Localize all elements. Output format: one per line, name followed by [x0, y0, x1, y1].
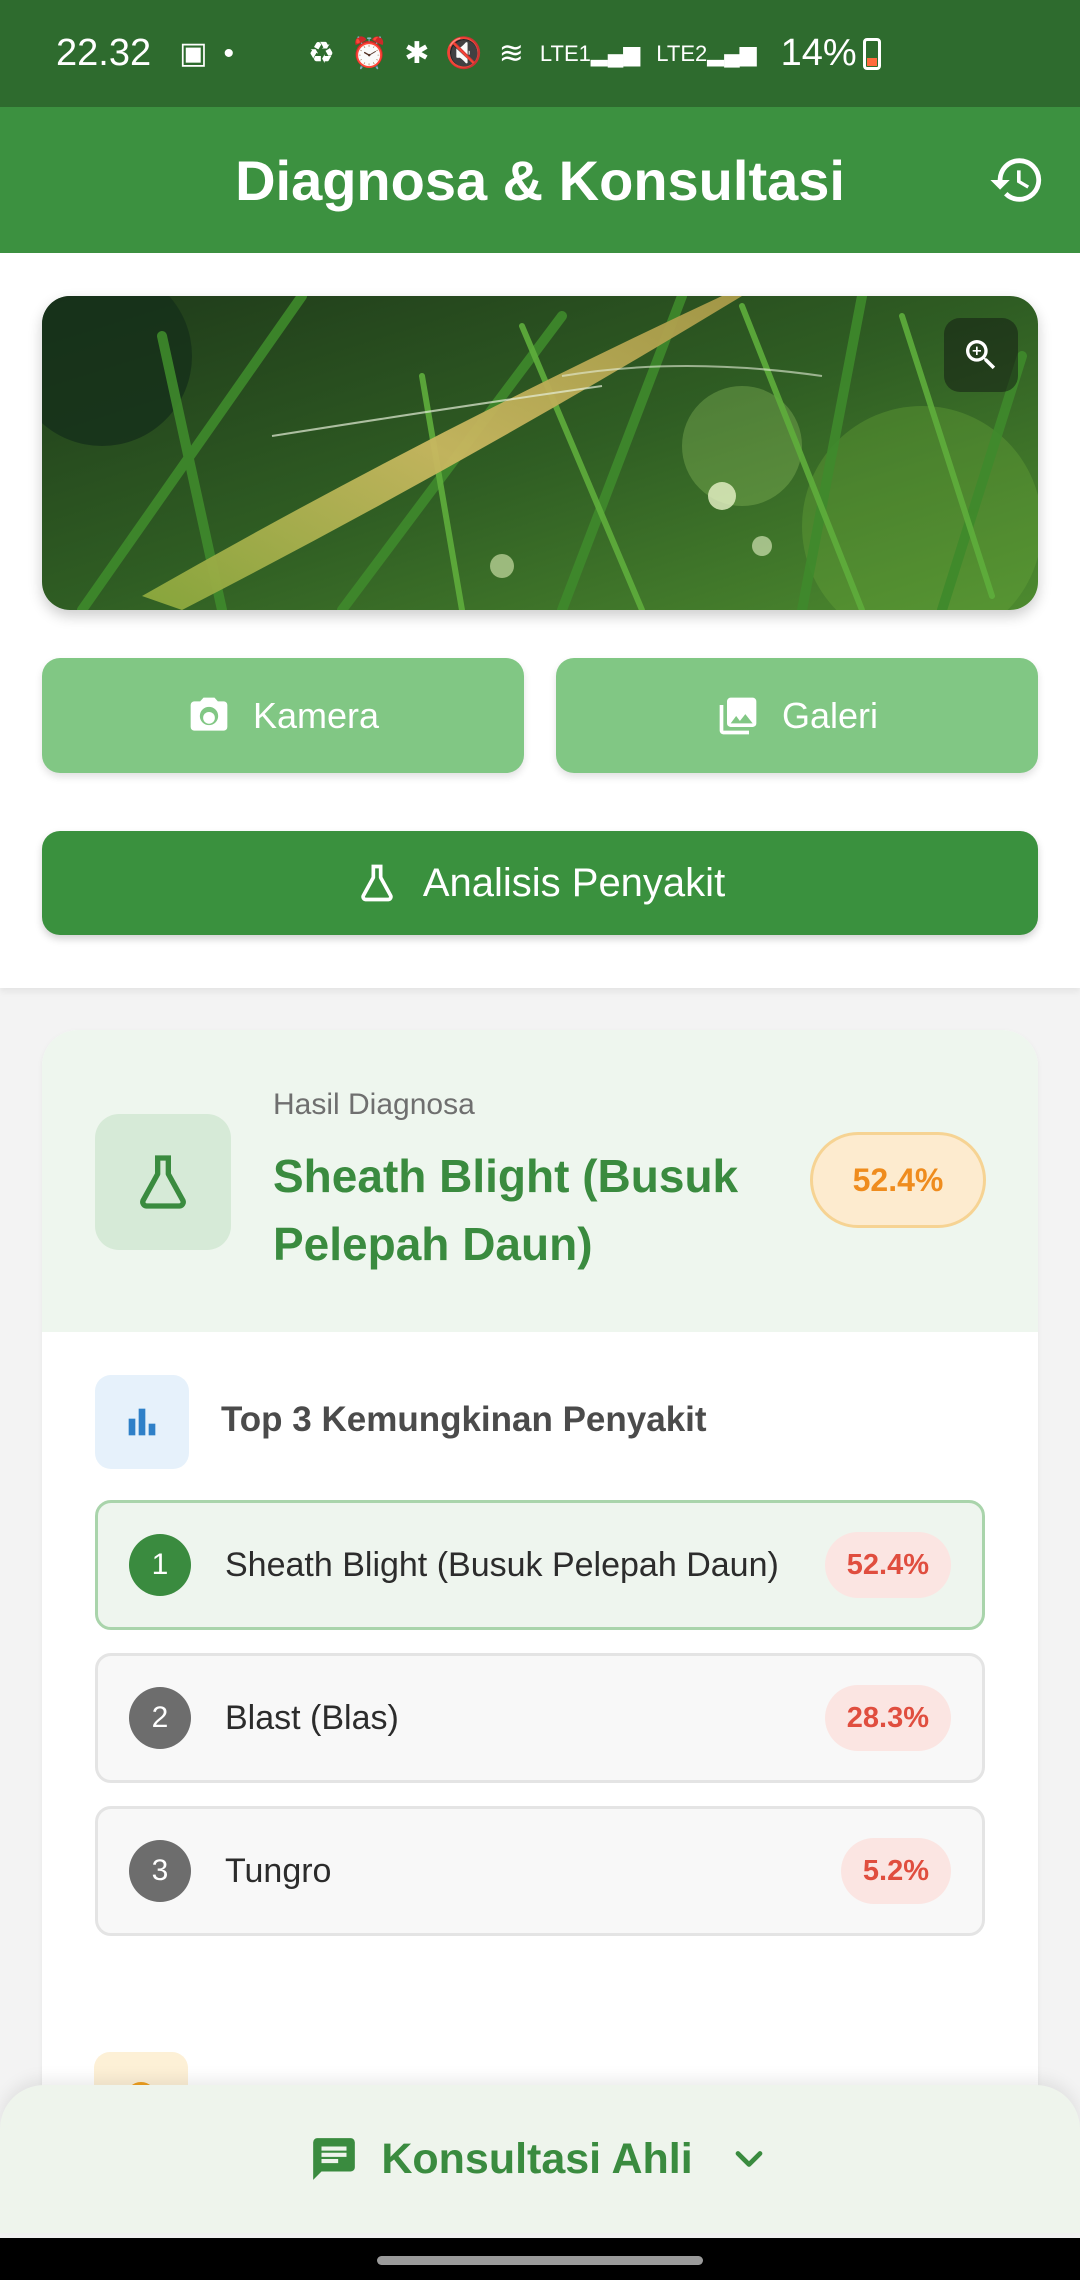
- analyze-button-label: Analisis Penyakit: [422, 860, 726, 905]
- top3-row-2[interactable]: 2 Blast (Blas) 28.3%: [95, 1653, 985, 1783]
- top3-row-3[interactable]: 3 Tungro 5.2%: [95, 1806, 985, 1936]
- rank-disease-name: Blast (Blas): [225, 1698, 399, 1737]
- zoom-in-icon: [966, 340, 996, 370]
- signal-lte2-icon: LTE2▂▄▆: [656, 40, 757, 66]
- camera-icon: [190, 697, 228, 731]
- alarm-icon: ⏰: [350, 37, 389, 70]
- battery-saver-icon: ♻: [308, 37, 335, 70]
- battery-icon: [862, 37, 881, 70]
- image-input-section: Kamera Galeri Analisis Penyakit: [0, 253, 1080, 988]
- rank-number: 1: [129, 1534, 191, 1596]
- rank-percent-badge: 52.4%: [824, 1532, 951, 1598]
- gallery-button-label: Galeri: [781, 694, 879, 736]
- diagnosis-result-card: Hasil Diagnosa Sheath Blight (Busuk Pele…: [42, 1030, 1038, 2210]
- bluetooth-icon: ✱: [404, 37, 430, 70]
- leaf-photo[interactable]: [42, 296, 1038, 610]
- rank-percent-badge: 5.2%: [840, 1838, 951, 1904]
- system-navigation-bar: [0, 2238, 1080, 2280]
- analyze-button[interactable]: Analisis Penyakit: [42, 831, 1038, 935]
- rank-disease-name: Tungro: [225, 1851, 332, 1890]
- result-label: Hasil Diagnosa: [273, 1088, 475, 1121]
- app-bar: Diagnosa & Konsultasi: [0, 107, 1080, 253]
- status-time: 22.32: [56, 32, 152, 74]
- zoom-button[interactable]: [944, 318, 1018, 392]
- signal-lte1-icon: LTE1▂▄▆: [539, 40, 641, 66]
- camera-button[interactable]: Kamera: [42, 658, 524, 773]
- photo-library-icon: [719, 697, 757, 734]
- result-header: Hasil Diagnosa Sheath Blight (Busuk Pele…: [42, 1030, 1038, 1332]
- chevron-down-icon[interactable]: [727, 2137, 771, 2181]
- rank-number: 3: [129, 1840, 191, 1902]
- rank-percent-badge: 28.3%: [824, 1685, 951, 1751]
- flask-icon: [361, 864, 393, 902]
- dot-icon: •: [223, 36, 234, 70]
- gallery-button[interactable]: Galeri: [556, 658, 1038, 773]
- camera-button-label: Kamera: [252, 694, 380, 736]
- top3-title: Top 3 Kemungkinan Penyakit: [221, 1400, 707, 1439]
- top3-row-1[interactable]: 1 Sheath Blight (Busuk Pelepah Daun) 52.…: [95, 1500, 985, 1630]
- status-icons: ♻ ⏰ ✱ 🔇 ≋ LTE1▂▄▆ LTE2▂▄▆ 14%: [300, 32, 1080, 75]
- image-icon: ▣: [179, 37, 208, 70]
- sheet-label: Konsultasi Ahli: [381, 2134, 693, 2183]
- chat-icon: [313, 2138, 356, 2180]
- status-bar: 22.32 ▣ • ♻ ⏰ ✱ 🔇 ≋ LTE1▂▄▆ LTE2▂▄▆ 14%: [0, 0, 1080, 107]
- wifi-icon: ≋: [498, 37, 524, 70]
- leaf-photo-image: [42, 296, 1038, 610]
- rank-disease-name: Sheath Blight (Busuk Pelepah Daun): [225, 1545, 779, 1584]
- mute-icon: 🔇: [445, 37, 483, 70]
- confidence-badge: 52.4%: [810, 1132, 986, 1228]
- page-title: Diagnosa & Konsultasi: [235, 148, 845, 212]
- home-gesture-handle[interactable]: [377, 2256, 703, 2265]
- result-disease-title: Sheath Blight (Busuk Pelepah Daun): [273, 1150, 739, 1270]
- battery-percent: 14%: [780, 32, 857, 74]
- bar-chart-icon: [95, 1375, 189, 1469]
- result-flask-icon: [95, 1114, 231, 1250]
- expert-consultation-sheet[interactable]: Konsultasi Ahli: [0, 2085, 1080, 2233]
- rank-number: 2: [129, 1687, 191, 1749]
- history-icon[interactable]: [988, 151, 1046, 209]
